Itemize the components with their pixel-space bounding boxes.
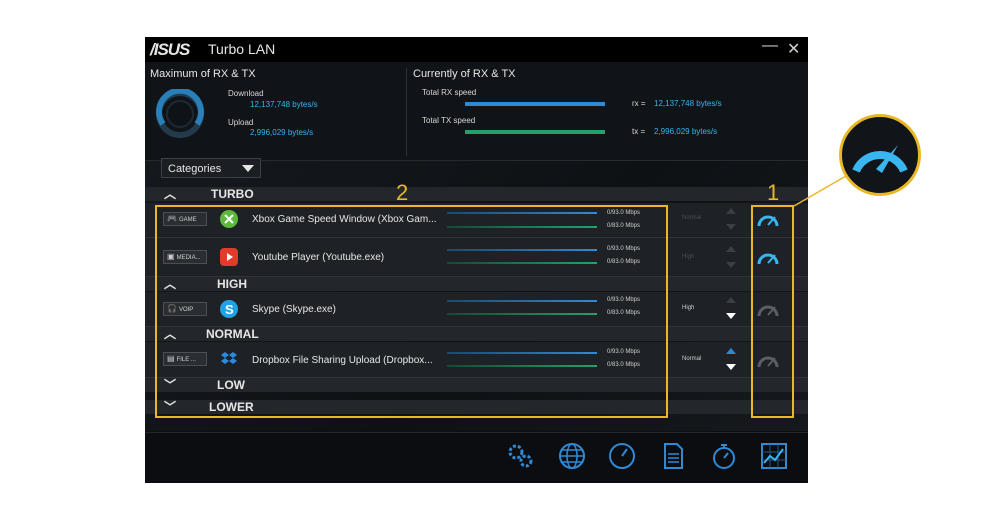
total-rx-label: Total RX speed bbox=[422, 88, 477, 97]
stats-panel: Maximum of RX & TX Download 12,137,748 b… bbox=[145, 62, 808, 161]
speedometer-icon[interactable] bbox=[607, 441, 637, 471]
categories-dropdown-value: Categories bbox=[168, 163, 222, 175]
tx-value: 2,996,029 bytes/s bbox=[654, 127, 718, 136]
rx-prefix: rx = bbox=[632, 99, 646, 108]
total-tx-label: Total TX speed bbox=[422, 116, 476, 125]
upload-value: 2,996,029 bytes/s bbox=[250, 128, 314, 137]
app-title: Turbo LAN bbox=[208, 41, 276, 57]
current-rx-tx-title: Currently of RX & TX bbox=[413, 68, 516, 80]
download-label: Download bbox=[228, 89, 264, 98]
priority-value: High bbox=[682, 254, 695, 260]
callout-box-turbo-column bbox=[751, 205, 794, 418]
asus-logo: /ISUS bbox=[150, 40, 190, 59]
tx-prefix: tx = bbox=[632, 127, 646, 136]
max-rx-tx-title: Maximum of RX & TX bbox=[150, 68, 256, 80]
group-turbo[interactable]: ︿ TURBO bbox=[145, 187, 808, 201]
document-icon[interactable] bbox=[658, 441, 688, 471]
priority-value: Normal bbox=[682, 356, 702, 362]
rx-speed-bar bbox=[465, 102, 605, 106]
turbo-gauge-large-icon bbox=[852, 145, 908, 173]
stats-divider bbox=[406, 68, 407, 156]
chart-icon[interactable] bbox=[759, 441, 789, 471]
categories-dropdown[interactable]: Categories bbox=[161, 158, 261, 178]
tx-speed-bar bbox=[465, 130, 605, 134]
minimize-icon[interactable]: — bbox=[762, 37, 778, 55]
network-globe-icon[interactable] bbox=[557, 441, 587, 471]
priority-down-icon[interactable] bbox=[726, 364, 736, 370]
priority-value: Normal bbox=[682, 215, 702, 221]
upload-label: Upload bbox=[228, 118, 254, 127]
priority-up-icon[interactable] bbox=[726, 348, 736, 354]
chevron-down-icon bbox=[242, 165, 254, 172]
priority-down-icon[interactable] bbox=[726, 262, 736, 268]
bottom-toolbar bbox=[145, 432, 808, 483]
callout-box-app-list bbox=[155, 205, 668, 418]
priority-up-icon[interactable] bbox=[726, 297, 736, 303]
stopwatch-icon[interactable] bbox=[709, 441, 739, 471]
priority-down-icon[interactable] bbox=[726, 313, 736, 319]
close-icon[interactable]: ✕ bbox=[787, 39, 800, 59]
title-bar: /ISUS Turbo LAN — ✕ bbox=[145, 37, 808, 62]
callout-number-2: 2 bbox=[396, 180, 409, 205]
turbo-gauge-zoom bbox=[839, 114, 921, 196]
priority-value: High bbox=[682, 305, 695, 311]
callout-number-1: 1 bbox=[767, 180, 780, 205]
priority-up-icon[interactable] bbox=[726, 246, 736, 252]
group-turbo-label: TURBO bbox=[211, 187, 254, 201]
chevron-up-icon[interactable]: ︿ bbox=[164, 185, 176, 202]
priority-down-icon[interactable] bbox=[726, 224, 736, 230]
max-gauge-icon bbox=[156, 89, 204, 138]
settings-icon[interactable] bbox=[505, 441, 535, 471]
download-value: 12,137,748 bytes/s bbox=[250, 100, 318, 109]
priority-up-icon[interactable] bbox=[726, 208, 736, 214]
rx-value: 12,137,748 bytes/s bbox=[654, 99, 722, 108]
